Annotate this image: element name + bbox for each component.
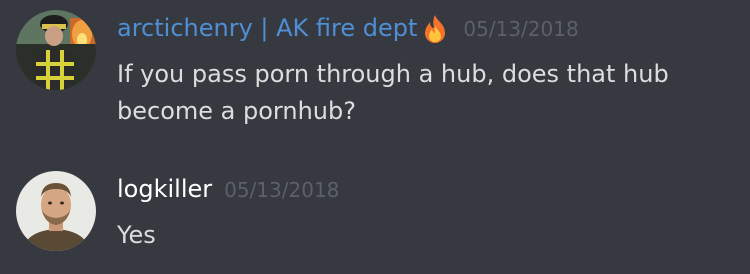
message-header: arctichenry | AK fire dept 05/13/2018 (117, 11, 579, 46)
bearded-man-avatar-image (16, 171, 96, 251)
fire-emoji-icon (419, 13, 451, 45)
message-text: If you pass porn through a hub, does tha… (117, 60, 669, 125)
timestamp: 05/13/2018 (224, 178, 340, 202)
message-text: Yes (117, 221, 156, 249)
firefighter-avatar-image (16, 10, 96, 90)
user-avatar[interactable] (16, 10, 96, 90)
user-avatar[interactable] (16, 171, 96, 251)
username[interactable]: arctichenry | AK fire dept (117, 11, 417, 45)
username[interactable]: logkiller (117, 172, 212, 206)
message-header: logkiller 05/13/2018 (117, 172, 339, 207)
timestamp: 05/13/2018 (463, 17, 579, 41)
